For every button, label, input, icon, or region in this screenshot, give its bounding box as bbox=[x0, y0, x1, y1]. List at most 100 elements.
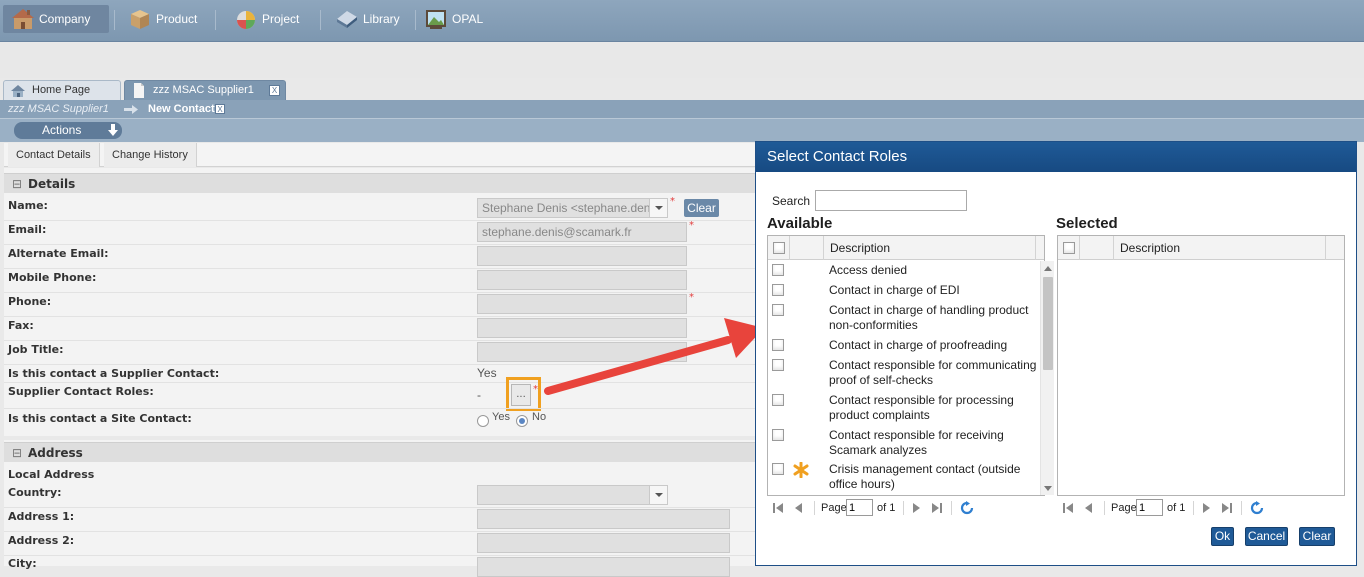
search-label: Search bbox=[772, 194, 811, 208]
nav-separator bbox=[215, 10, 216, 30]
header-description-cell[interactable]: Description bbox=[824, 236, 1036, 260]
header-description-cell[interactable]: Description bbox=[1114, 236, 1326, 260]
available-heading: Available bbox=[767, 215, 833, 232]
nav-project[interactable]: Project bbox=[226, 5, 312, 33]
chevron-down-icon[interactable] bbox=[649, 199, 667, 217]
collapse-icon[interactable]: ⊟ bbox=[12, 174, 22, 194]
tab-supplier[interactable]: zzz MSAC Supplier1 X bbox=[124, 80, 286, 100]
available-scrollbar[interactable] bbox=[1040, 261, 1054, 495]
selected-pager: Page of 1 bbox=[1062, 499, 1322, 519]
role-checkbox[interactable] bbox=[772, 264, 784, 276]
job-title-label: Job Title: bbox=[8, 343, 64, 356]
previous-page-icon[interactable] bbox=[794, 503, 804, 513]
refresh-icon[interactable] bbox=[1250, 501, 1264, 515]
asterisk-icon bbox=[793, 462, 809, 478]
name-select[interactable]: Stephane Denis <stephane.den bbox=[477, 198, 668, 218]
email-field[interactable]: stephane.denis@scamark.fr bbox=[477, 222, 687, 242]
alternate-email-field[interactable] bbox=[477, 246, 687, 266]
pager-separator bbox=[951, 501, 952, 515]
available-grid: Description Access denied Contact in cha… bbox=[767, 235, 1054, 496]
breadcrumb-close-icon[interactable]: X bbox=[215, 104, 225, 114]
role-checkbox[interactable] bbox=[772, 284, 784, 296]
email-label: Email: bbox=[8, 223, 47, 236]
refresh-icon[interactable] bbox=[960, 501, 974, 515]
address-2-field[interactable] bbox=[477, 533, 730, 553]
header-icon-cell bbox=[1080, 236, 1114, 260]
select-all-checkbox[interactable] bbox=[773, 242, 785, 254]
select-roles-button[interactable]: ... bbox=[511, 384, 531, 406]
role-label: Crisis management contact (outside offic… bbox=[829, 462, 1021, 491]
selected-grid-header: Description bbox=[1058, 236, 1344, 260]
country-select[interactable] bbox=[477, 485, 668, 505]
nav-company[interactable]: Company bbox=[3, 5, 109, 33]
collapse-icon[interactable]: ⊟ bbox=[12, 443, 22, 463]
page-number-input[interactable] bbox=[846, 499, 873, 516]
subtab-change-history[interactable]: Change History bbox=[104, 143, 197, 167]
city-field[interactable] bbox=[477, 557, 730, 577]
role-label: Contact in charge of handling product no… bbox=[829, 303, 1029, 332]
download-arrow-icon bbox=[108, 124, 118, 136]
subtab-contact-details[interactable]: Contact Details bbox=[8, 143, 100, 167]
role-checkbox[interactable] bbox=[772, 339, 784, 351]
mobile-phone-field[interactable] bbox=[477, 270, 687, 290]
fax-label: Fax: bbox=[8, 319, 34, 332]
required-mark: * bbox=[533, 384, 538, 395]
address-1-field[interactable] bbox=[477, 509, 730, 529]
fax-field[interactable] bbox=[477, 318, 687, 338]
scroll-down-icon[interactable] bbox=[1044, 486, 1052, 491]
page-number-input[interactable] bbox=[1136, 499, 1163, 516]
nav-company-label: Company bbox=[39, 12, 91, 26]
ok-button[interactable]: Ok bbox=[1211, 527, 1234, 546]
cancel-button[interactable]: Cancel bbox=[1245, 527, 1288, 546]
chevron-down-icon[interactable] bbox=[649, 486, 667, 504]
pager-separator bbox=[1104, 501, 1105, 515]
next-page-icon[interactable] bbox=[1201, 503, 1211, 513]
role-checkbox[interactable] bbox=[772, 429, 784, 441]
header-icon-cell bbox=[790, 236, 824, 260]
role-checkbox[interactable] bbox=[772, 304, 784, 316]
search-input[interactable] bbox=[815, 190, 967, 211]
phone-field[interactable] bbox=[477, 294, 687, 314]
first-page-icon[interactable] bbox=[773, 503, 783, 513]
pager-separator bbox=[903, 501, 904, 515]
actions-button[interactable]: Actions bbox=[14, 122, 122, 139]
nav-separator bbox=[320, 10, 321, 30]
row-divider bbox=[4, 408, 764, 409]
role-label: Access denied bbox=[829, 263, 908, 277]
page-count: of 1 bbox=[1167, 502, 1186, 514]
previous-page-icon[interactable] bbox=[1084, 503, 1094, 513]
clear-button[interactable]: Clear bbox=[1299, 527, 1335, 546]
nav-opal[interactable]: OPAL bbox=[416, 5, 492, 33]
breadcrumb-current: New Contact bbox=[148, 103, 215, 115]
city-label: City: bbox=[8, 557, 37, 570]
clear-name-button[interactable]: Clear bbox=[684, 199, 719, 217]
name-label: Name: bbox=[8, 199, 48, 212]
tab-home-page-label: Home Page bbox=[32, 84, 91, 96]
nav-product[interactable]: Product bbox=[120, 5, 210, 33]
row-divider bbox=[4, 268, 764, 269]
first-page-icon[interactable] bbox=[1063, 503, 1073, 513]
tab-home-page[interactable]: Home Page bbox=[3, 80, 121, 100]
scroll-thumb[interactable] bbox=[1043, 277, 1053, 370]
role-label: Contact responsible for processing produ… bbox=[829, 393, 1014, 422]
last-page-icon[interactable] bbox=[932, 503, 942, 513]
nav-product-label: Product bbox=[156, 12, 198, 26]
details-section-header[interactable]: ⊟ Details bbox=[4, 173, 764, 193]
next-page-icon[interactable] bbox=[911, 503, 921, 513]
job-title-field[interactable] bbox=[477, 342, 687, 362]
address-section-header[interactable]: ⊟ Address bbox=[4, 442, 764, 462]
row-divider bbox=[4, 364, 764, 365]
tab-close-icon[interactable]: X bbox=[269, 85, 280, 96]
site-contact-yes-radio[interactable] bbox=[477, 415, 489, 427]
nav-library[interactable]: Library bbox=[327, 5, 413, 33]
details-section-title: Details bbox=[28, 177, 76, 191]
role-checkbox[interactable] bbox=[772, 394, 784, 406]
role-checkbox[interactable] bbox=[772, 463, 784, 475]
site-contact-no-label: No bbox=[532, 411, 547, 423]
select-all-checkbox[interactable] bbox=[1063, 242, 1075, 254]
scroll-up-icon[interactable] bbox=[1044, 266, 1052, 271]
breadcrumb-previous[interactable]: zzz MSAC Supplier1 bbox=[8, 100, 109, 118]
site-contact-no-radio[interactable] bbox=[516, 415, 528, 427]
role-checkbox[interactable] bbox=[772, 359, 784, 371]
last-page-icon[interactable] bbox=[1222, 503, 1232, 513]
